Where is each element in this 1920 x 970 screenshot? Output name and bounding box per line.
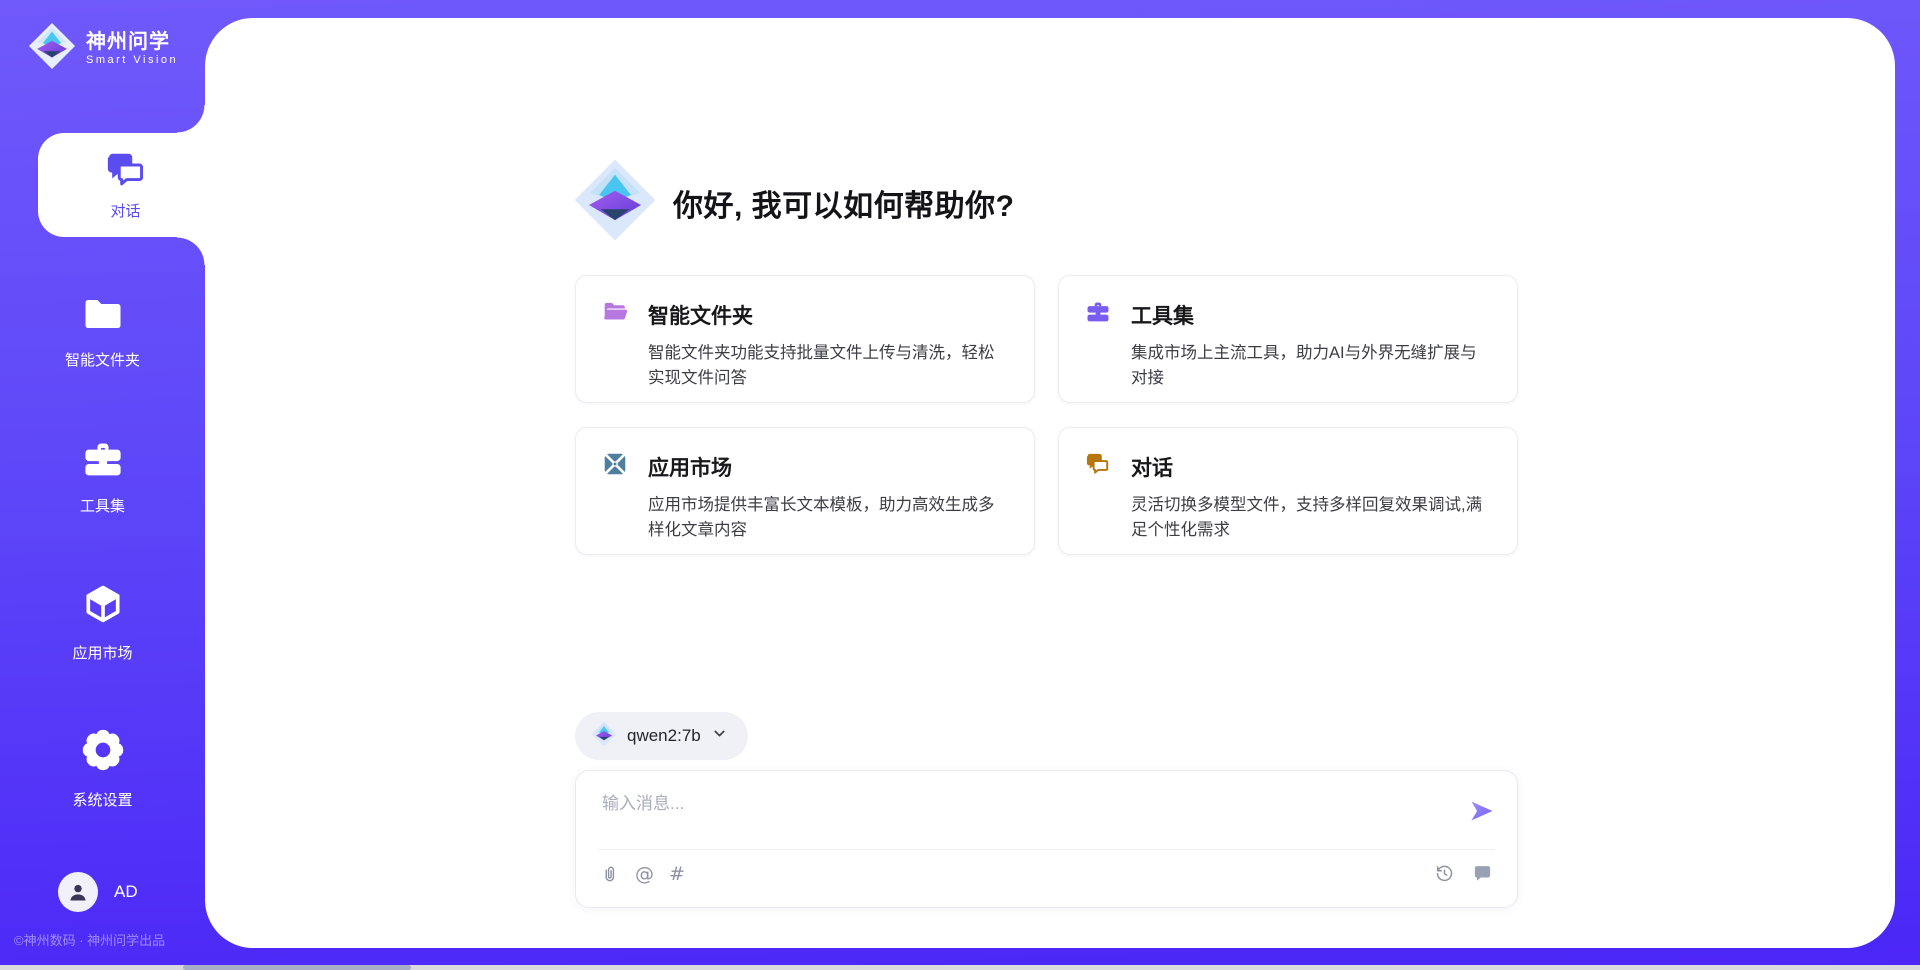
gem-diamond-logo xyxy=(573,158,657,247)
sidebar-item-app-market[interactable]: 应用市场 xyxy=(0,583,205,663)
gear-icon xyxy=(81,728,125,777)
model-selector[interactable]: qwen2:7b xyxy=(575,712,748,760)
sidebar-item-label: 工具集 xyxy=(80,495,125,516)
sidebar-item-label: 智能文件夹 xyxy=(65,349,140,370)
avatar xyxy=(58,872,98,912)
card-chat[interactable]: 对话 灵活切换多模型文件，支持多样回复效果调试,满足个性化需求 xyxy=(1058,427,1518,555)
brand-name: 神州问学 xyxy=(86,31,178,54)
grid-quadrants-icon xyxy=(602,451,628,482)
user-account[interactable]: AD xyxy=(58,872,138,912)
send-icon xyxy=(1468,797,1496,825)
card-toolset[interactable]: 工具集 集成市场上主流工具，助力AI与外界无缝扩展与对接 xyxy=(1058,275,1518,403)
user-name: AD xyxy=(114,882,138,902)
sidebar-item-toolset[interactable]: 工具集 xyxy=(0,440,205,516)
message-input[interactable] xyxy=(602,789,1442,841)
horizontal-scrollbar[interactable] xyxy=(0,965,1920,970)
sidebar-item-chat[interactable]: 对话 xyxy=(38,133,213,237)
message-composer: @ # xyxy=(575,770,1518,908)
sidebar-item-smart-folder[interactable]: 智能文件夹 xyxy=(0,296,205,370)
mention-button[interactable]: @ xyxy=(635,863,654,885)
topic-button[interactable]: # xyxy=(669,863,685,885)
main-content-panel: 你好, 我可以如何帮助你? 智能文件夹 智能文件夹功能支持批量文件上传与清洗，轻… xyxy=(205,18,1895,948)
copyright-text: ©神州数码 · 神州问学出品 xyxy=(14,930,165,949)
composer-divider xyxy=(598,849,1495,850)
feature-cards: 智能文件夹 智能文件夹功能支持批量文件上传与清洗，轻松实现文件问答 工 xyxy=(575,275,1518,555)
history-clock-icon xyxy=(1434,863,1455,884)
brand-logo: 神州问学 Smart Vision xyxy=(28,22,178,75)
chat-bubbles-icon xyxy=(105,150,147,193)
card-description: 集成市场上主流工具，助力AI与外界无缝扩展与对接 xyxy=(1131,341,1491,391)
scrollbar-thumb[interactable] xyxy=(183,965,411,970)
person-icon xyxy=(66,880,90,904)
at-sign-icon: @ xyxy=(635,863,654,885)
card-smart-folder[interactable]: 智能文件夹 智能文件夹功能支持批量文件上传与清洗，轻松实现文件问答 xyxy=(575,275,1035,403)
card-title: 应用市场 xyxy=(648,452,732,482)
sidebar-item-label: 对话 xyxy=(110,200,140,221)
greeting-title: 你好, 我可以如何帮助你? xyxy=(673,181,1015,225)
card-description: 灵活切换多模型文件，支持多样回复效果调试,满足个性化需求 xyxy=(1131,493,1491,543)
attach-button[interactable] xyxy=(600,863,620,885)
folder-icon xyxy=(82,296,124,337)
history-button[interactable] xyxy=(1434,863,1455,884)
sidebar-item-settings[interactable]: 系统设置 xyxy=(0,728,205,810)
greeting-block: 你好, 我可以如何帮助你? xyxy=(573,158,1015,247)
gem-diamond-logo xyxy=(591,721,617,752)
card-title: 智能文件夹 xyxy=(648,300,753,330)
chat-bubbles-icon xyxy=(1085,451,1111,482)
cube-icon xyxy=(82,583,124,630)
feedback-button[interactable] xyxy=(1472,863,1493,884)
chevron-down-icon xyxy=(711,725,728,747)
sidebar: 神州问学 Smart Vision 对话 智能文件夹 xyxy=(0,0,205,970)
hash-icon: # xyxy=(669,863,685,885)
briefcase-icon xyxy=(82,440,124,483)
brand-subtitle: Smart Vision xyxy=(86,54,178,66)
gem-diamond-logo xyxy=(28,22,76,75)
send-button[interactable] xyxy=(1467,797,1497,827)
chat-bubble-filled-icon xyxy=(1472,863,1493,884)
model-name: qwen2:7b xyxy=(627,726,701,746)
folder-open-icon xyxy=(602,299,628,330)
tab-fillet-top xyxy=(177,105,205,133)
card-app-market[interactable]: 应用市场 应用市场提供丰富长文本模板，助力高效生成多样化文章内容 xyxy=(575,427,1035,555)
briefcase-icon xyxy=(1085,299,1111,330)
card-description: 智能文件夹功能支持批量文件上传与清洗，轻松实现文件问答 xyxy=(648,341,1008,391)
card-title: 对话 xyxy=(1131,452,1173,482)
sidebar-item-label: 系统设置 xyxy=(72,789,132,810)
card-title: 工具集 xyxy=(1131,300,1194,330)
card-description: 应用市场提供丰富长文本模板，助力高效生成多样化文章内容 xyxy=(648,493,1008,543)
paperclip-icon xyxy=(600,863,620,885)
tab-fillet-bottom xyxy=(177,237,205,265)
sidebar-item-label: 应用市场 xyxy=(72,642,132,663)
